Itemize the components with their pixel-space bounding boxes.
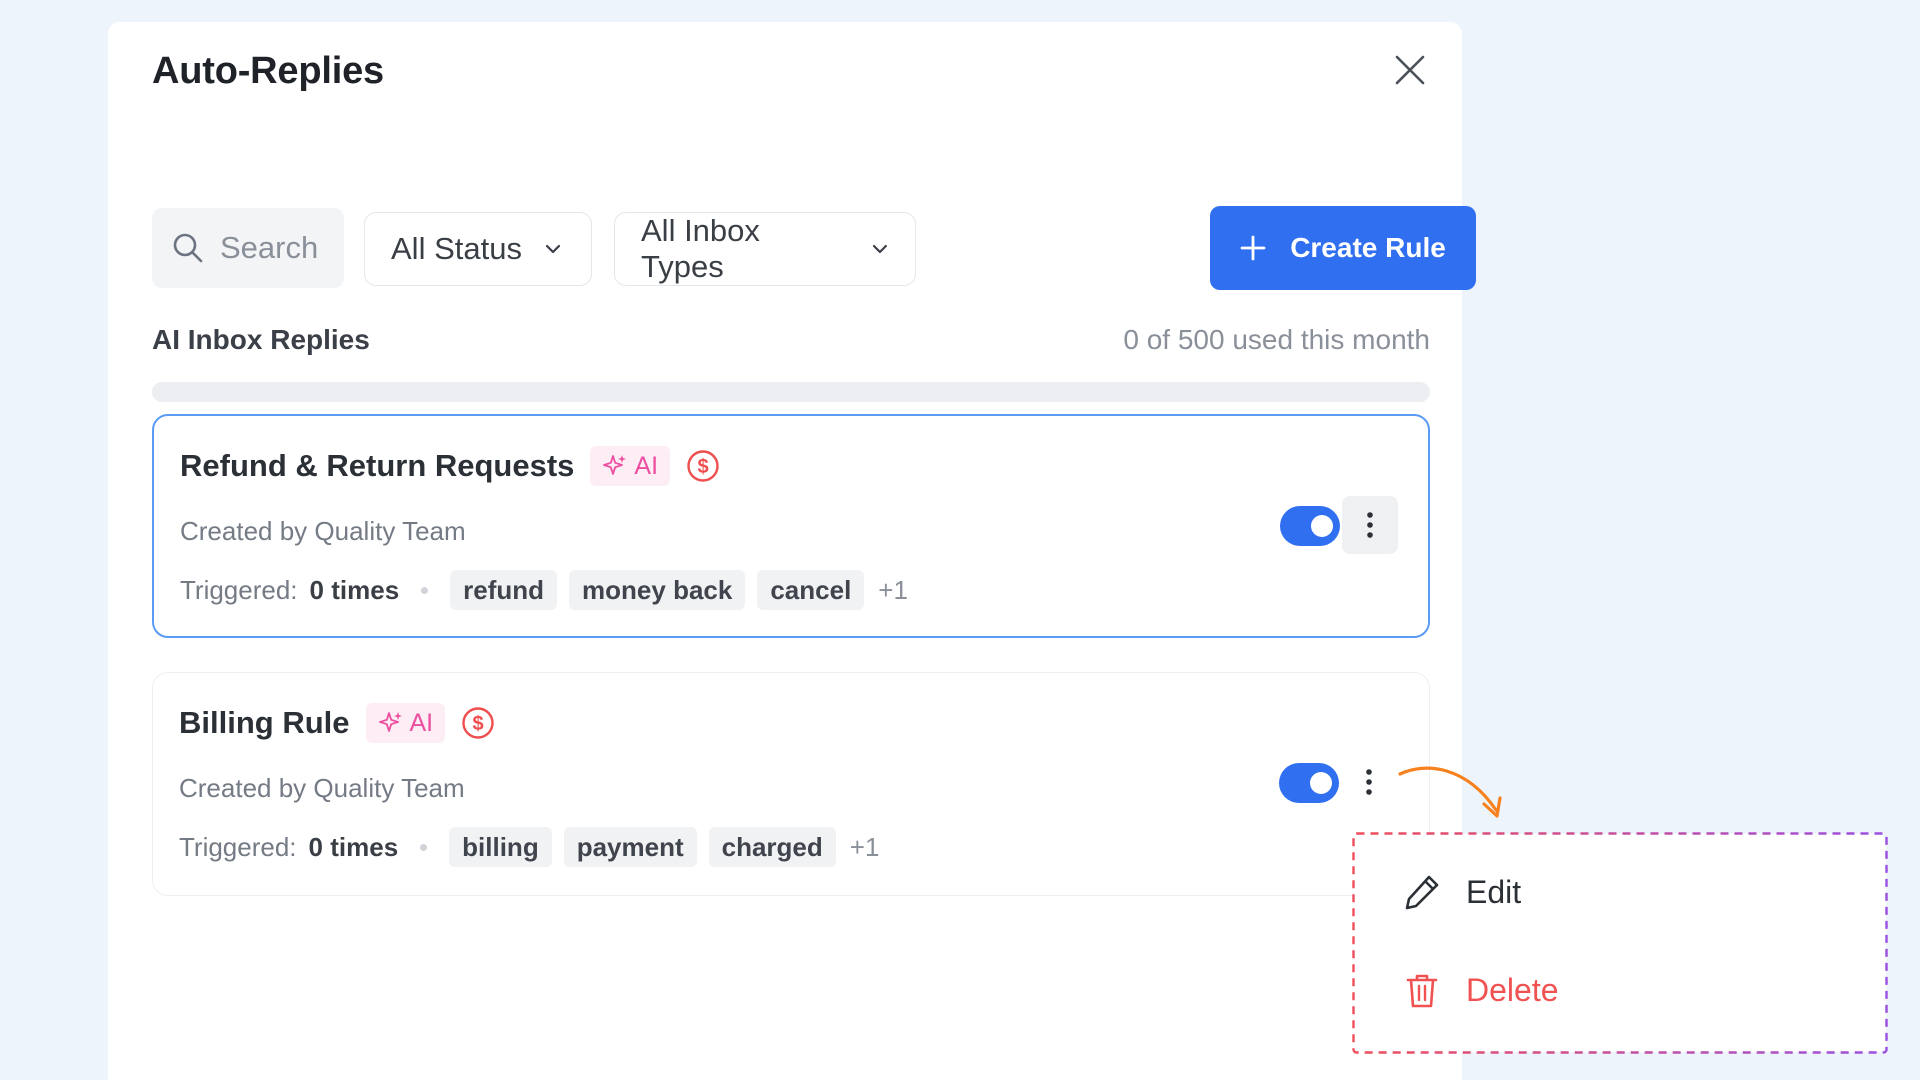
sparkle-icon xyxy=(603,455,627,475)
toolbar: All Status All Inbox Types Create Rule xyxy=(152,188,1476,290)
annotation-arrow-icon xyxy=(1398,766,1502,818)
svg-text:$: $ xyxy=(697,456,708,478)
triggered-count: 0 times xyxy=(309,574,400,605)
ai-badge-label: AI xyxy=(409,708,434,737)
search-icon xyxy=(173,233,203,263)
rule-card[interactable]: Refund & Return Requests AI $ Created by… xyxy=(152,414,1430,638)
inbox-type-filter-value: All Inbox Types xyxy=(641,213,760,284)
toggle-knob xyxy=(1311,515,1333,537)
svg-text:$: $ xyxy=(473,713,484,735)
inbox-type-filter-dropdown[interactable]: All Inbox Types xyxy=(614,212,916,286)
modal-title: Auto-Replies xyxy=(152,50,384,92)
rule-trigger-row: Triggered: 0 times billing payment charg… xyxy=(179,827,879,867)
keyword-tag: cancel xyxy=(757,570,865,610)
search-box[interactable] xyxy=(152,208,344,288)
plus-icon xyxy=(1240,235,1266,261)
usage-header: AI Inbox Replies 0 of 500 used this mont… xyxy=(152,324,1430,356)
more-tags-count[interactable]: +1 xyxy=(850,832,880,863)
triggered-label: Triggered: xyxy=(179,831,297,862)
usage-title: AI Inbox Replies xyxy=(152,324,370,355)
triggered-count: 0 times xyxy=(308,831,399,862)
create-rule-button[interactable]: Create Rule xyxy=(1210,206,1476,290)
kebab-menu-icon xyxy=(1367,512,1373,538)
ai-badge: AI xyxy=(365,703,446,743)
rule-name: Billing Rule xyxy=(179,705,350,740)
menu-highlight-outline xyxy=(1352,832,1888,1054)
rule-options-button[interactable] xyxy=(1341,753,1397,811)
separator-dot xyxy=(421,586,429,594)
create-rule-label: Create Rule xyxy=(1290,232,1446,263)
status-filter-dropdown[interactable]: All Status xyxy=(364,212,592,286)
search-input[interactable] xyxy=(220,230,330,266)
usage-progress-bar xyxy=(152,382,1430,402)
toggle-knob xyxy=(1310,772,1332,794)
separator-dot xyxy=(420,843,428,851)
rule-created-by: Created by Quality Team xyxy=(179,773,465,803)
keyword-tag: charged xyxy=(708,827,836,867)
triggered-label: Triggered: xyxy=(180,574,298,605)
keyword-tag: money back xyxy=(569,570,746,610)
dollar-circle-icon: $ xyxy=(461,706,495,740)
sparkle-icon xyxy=(378,712,402,732)
rule-card[interactable]: Billing Rule AI $ Created by Quality Tea… xyxy=(152,672,1430,896)
more-tags-count[interactable]: +1 xyxy=(878,575,908,606)
rule-enabled-toggle[interactable] xyxy=(1279,763,1339,803)
keyword-tag: payment xyxy=(563,827,697,867)
ai-badge: AI xyxy=(590,446,671,486)
keyword-tag: billing xyxy=(449,827,552,867)
ai-badge-label: AI xyxy=(634,451,659,480)
usage-count: 0 of 500 used this month xyxy=(1123,324,1430,355)
rule-name: Refund & Return Requests xyxy=(180,448,575,483)
rule-trigger-row: Triggered: 0 times refund money back can… xyxy=(180,570,908,610)
status-filter-value: All Status xyxy=(391,231,522,266)
rule-options-button[interactable] xyxy=(1342,496,1398,554)
rule-created-by: Created by Quality Team xyxy=(180,516,466,546)
rule-header: Billing Rule AI $ xyxy=(179,703,495,743)
chevron-down-icon xyxy=(873,244,888,254)
auto-replies-modal: Auto-Replies All Status All Inbox Types xyxy=(108,22,1476,1080)
dollar-circle-icon: $ xyxy=(686,449,720,483)
close-button[interactable] xyxy=(1386,46,1434,94)
keyword-tag: refund xyxy=(450,570,558,610)
rule-enabled-toggle[interactable] xyxy=(1280,506,1340,546)
rule-header: Refund & Return Requests AI $ xyxy=(180,446,720,486)
kebab-menu-icon xyxy=(1366,769,1372,795)
chevron-down-icon xyxy=(545,244,561,254)
close-icon xyxy=(1395,55,1425,85)
